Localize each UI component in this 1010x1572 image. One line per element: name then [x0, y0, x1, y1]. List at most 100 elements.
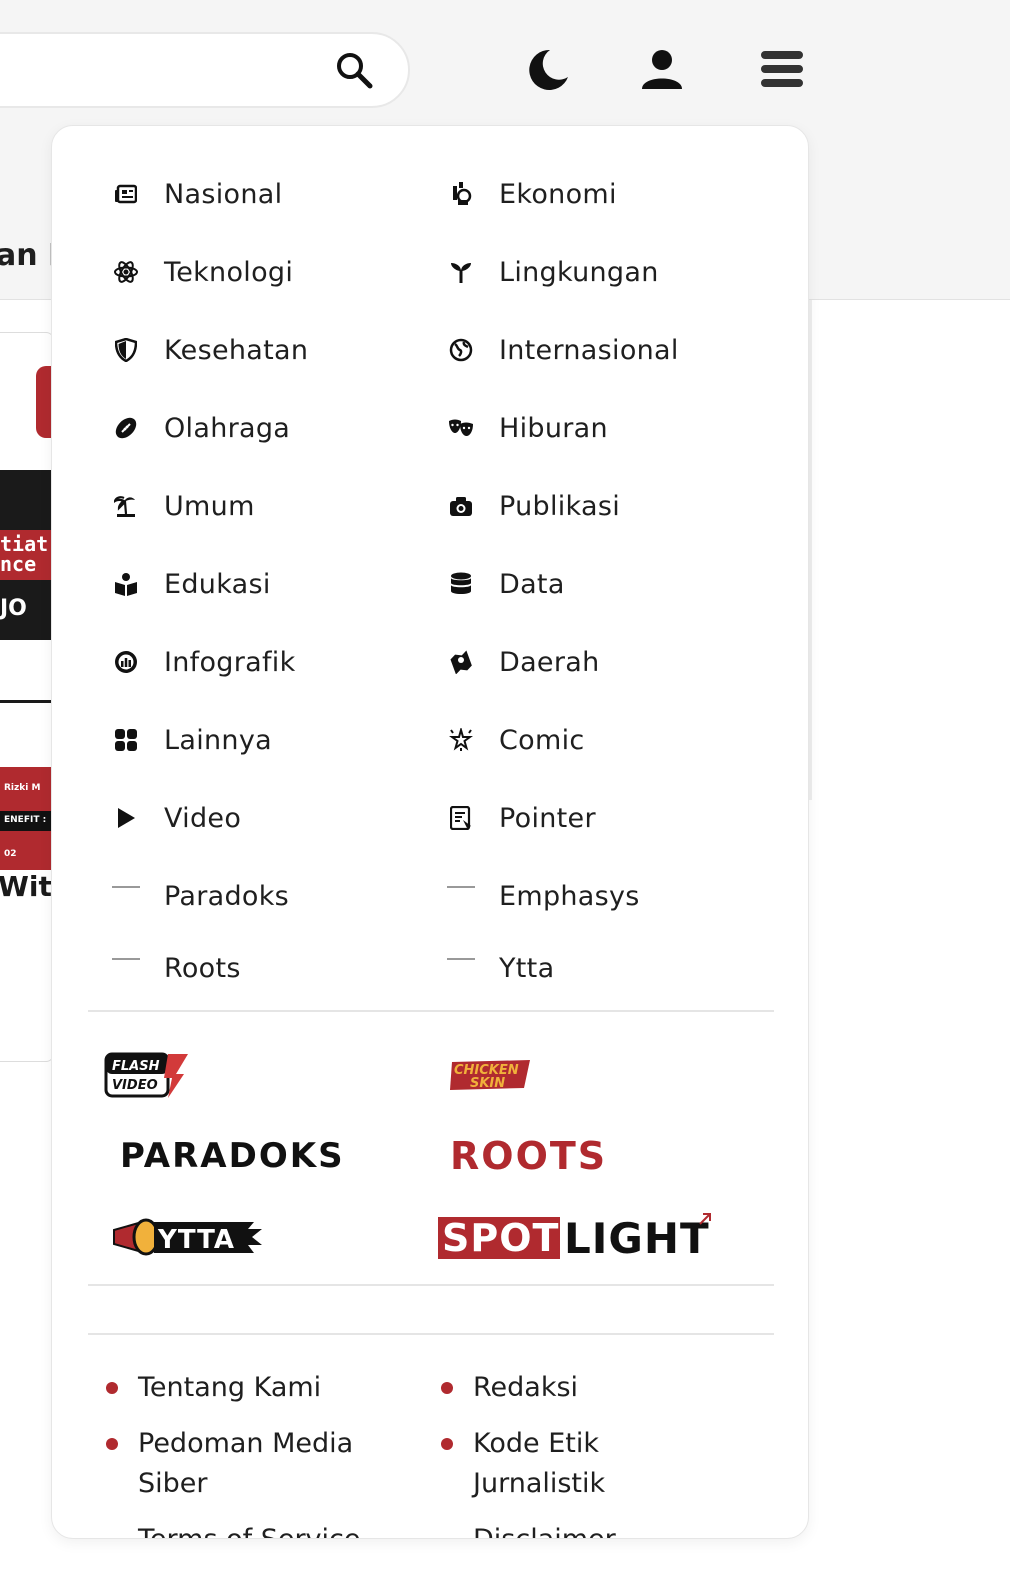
footer-link-label: Redaksi [473, 1372, 579, 1403]
category-label: Infografik [164, 646, 296, 678]
footer-link-label: Terms of Service [138, 1520, 361, 1538]
category-paradoks[interactable]: Paradoks [112, 876, 289, 916]
category-label: Daerah [499, 646, 600, 678]
footer-link-pedoman-media-siber[interactable]: Pedoman Media Siber [106, 1424, 396, 1504]
category-label: Umum [164, 490, 255, 522]
category-teknologi[interactable]: Teknologi [112, 252, 293, 292]
paradoks-mini-logo [447, 954, 475, 982]
category-label: Roots [164, 952, 241, 984]
camera-icon [447, 492, 475, 520]
category-label: Data [499, 568, 565, 600]
category-emphasys[interactable]: Emphasys [447, 876, 640, 916]
category-roots[interactable]: Roots [112, 948, 241, 988]
category-pointer[interactable]: Pointer [447, 798, 596, 838]
footer-link-terms[interactable]: Terms of Service [106, 1520, 396, 1538]
paradoks-mini-logo [112, 882, 140, 910]
category-hiburan[interactable]: Hiburan [447, 408, 608, 448]
background-article-image[interactable]: tiat nce JO [0, 470, 54, 640]
background-article-card[interactable] [0, 332, 54, 1062]
footer-link-kode-etik[interactable]: Kode Etik Jurnalistik [441, 1424, 681, 1504]
category-daerah[interactable]: Daerah [447, 642, 600, 682]
seedling-icon [447, 258, 475, 286]
globe-icon [447, 336, 475, 364]
navigation-dropdown: Nasional Ekonomi Teknologi Lingkungan Ke… [51, 125, 809, 1539]
category-label: Ekonomi [499, 178, 617, 210]
category-kesehatan[interactable]: Kesehatan [112, 330, 308, 370]
masks-icon [447, 414, 475, 442]
category-infografik[interactable]: Infografik [112, 642, 296, 682]
roots-logo[interactable]: ROOTS [450, 1134, 607, 1178]
category-label: Paradoks [164, 880, 290, 912]
ytta-logo[interactable]: YTTA [112, 1216, 264, 1258]
user-icon[interactable] [640, 47, 684, 91]
category-publikasi[interactable]: Publikasi [447, 486, 620, 526]
image-text: JO [0, 596, 27, 621]
paradoks-logo[interactable]: PARADOKS [120, 1136, 345, 1176]
island-icon [112, 492, 140, 520]
flash-video-text: VIDEO [112, 1078, 158, 1093]
footer-link-tentang-kami[interactable]: Tentang Kami [106, 1368, 406, 1408]
category-label: Lainnya [164, 724, 272, 756]
ytta-text: YTTA [157, 1225, 235, 1255]
atom-icon [112, 258, 140, 286]
category-lainnya[interactable]: Lainnya [112, 720, 272, 760]
category-label: Nasional [164, 178, 283, 210]
chart-circle-icon [112, 648, 140, 676]
newspaper-icon [112, 180, 140, 208]
category-ekonomi[interactable]: Ekonomi [447, 174, 617, 214]
footer-link-redaksi[interactable]: Redaksi [441, 1368, 741, 1408]
grid-icon [112, 726, 140, 754]
bullet [441, 1438, 453, 1450]
background-article-image-2[interactable]: Rizki M ENEFIT : 02 [0, 700, 54, 870]
category-label: Ytta [499, 952, 555, 984]
footer-link-label: Kode Etik Jurnalistik [473, 1428, 606, 1499]
reader-icon [112, 570, 140, 598]
divider [88, 1284, 774, 1286]
image-text: 02 [4, 849, 17, 859]
paradoks-mini-logo [112, 954, 140, 982]
footer-link-disclaimer[interactable]: Disclaimer [441, 1520, 681, 1538]
bullet [441, 1382, 453, 1394]
category-label: Publikasi [499, 490, 621, 522]
category-ytta[interactable]: Ytta [447, 948, 554, 988]
category-label: Hiburan [499, 412, 608, 444]
clipboard-icon [447, 804, 475, 832]
menu-icon[interactable] [760, 47, 804, 91]
divider [88, 1010, 774, 1012]
category-label: Comic [499, 724, 585, 756]
category-label: Pointer [499, 802, 596, 834]
bullet [106, 1438, 118, 1450]
category-label: Emphasys [499, 880, 640, 912]
flash-video-text: FLASH [112, 1059, 160, 1074]
image-text: ENEFIT : [4, 815, 47, 825]
image-text: Rizki M [4, 783, 41, 793]
category-olahraga[interactable]: Olahraga [112, 408, 290, 448]
spotlight-black-text: LIGHT [564, 1214, 710, 1263]
category-label: Olahraga [164, 412, 291, 444]
arrow-up-right-icon [699, 1213, 711, 1225]
category-umum[interactable]: Umum [112, 486, 255, 526]
category-edukasi[interactable]: Edukasi [112, 564, 271, 604]
search-icon[interactable] [334, 50, 374, 90]
category-label: Video [164, 802, 242, 834]
category-label: Kesehatan [164, 334, 309, 366]
database-icon [447, 570, 475, 598]
chicken-skin-logo[interactable]: CHICKEN SKIN [448, 1058, 532, 1092]
moon-icon[interactable] [524, 47, 570, 93]
category-nasional[interactable]: Nasional [112, 174, 282, 214]
divider [88, 1333, 774, 1335]
footer-link-label: Tentang Kami [138, 1372, 322, 1403]
category-data[interactable]: Data [447, 564, 565, 604]
footer-link-label: Pedoman Media Siber [138, 1428, 354, 1499]
category-label: Internasional [499, 334, 679, 366]
category-label: Teknologi [164, 256, 294, 288]
category-video[interactable]: Video [112, 798, 241, 838]
bullet [106, 1382, 118, 1394]
money-hand-icon [447, 180, 475, 208]
category-label: Lingkungan [499, 256, 659, 288]
flash-video-logo[interactable]: FLASH VIDEO [104, 1052, 188, 1100]
category-lingkungan[interactable]: Lingkungan [447, 252, 659, 292]
category-comic[interactable]: Comic [447, 720, 585, 760]
spotlight-logo[interactable]: SPOT LIGHT [438, 1212, 714, 1263]
category-internasional[interactable]: Internasional [447, 330, 679, 370]
